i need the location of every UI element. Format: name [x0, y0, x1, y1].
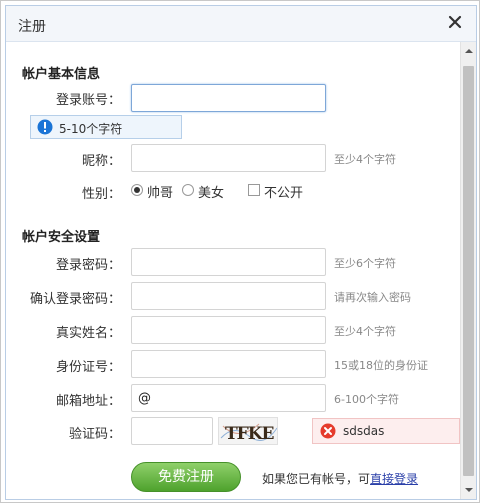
confirm-password-input[interactable] [131, 282, 326, 310]
nickname-label: 昵称： [81, 154, 121, 169]
hide-gender-label: 不公开 [264, 186, 304, 201]
error-icon [320, 423, 336, 439]
nickname-input[interactable] [131, 144, 326, 172]
login-hint-text: 如果您已有帐号，可 [262, 472, 371, 486]
realname-hint: 至少4个字符 [334, 325, 396, 338]
login-hint: 如果您已有帐号，可直接登录 [262, 470, 418, 487]
captcha-input[interactable] [131, 417, 213, 445]
email-hint: 6-100个字符 [334, 393, 399, 406]
password-input[interactable] [131, 248, 326, 276]
captcha-label: 验证码： [68, 427, 121, 442]
realname-input[interactable] [131, 316, 326, 344]
gender-label: 性别： [81, 187, 121, 202]
account-tip: 5-10个字符 [30, 115, 182, 139]
account-input[interactable] [131, 84, 326, 112]
section-title-basic: 帐户基本信息 [22, 67, 101, 82]
radio-male[interactable] [131, 184, 143, 196]
password-label: 登录密码： [55, 258, 121, 273]
confirm-password-hint: 请再次输入密码 [334, 291, 411, 304]
scroll-up-icon[interactable] [461, 42, 477, 60]
register-button[interactable]: 免费注册 [131, 462, 241, 492]
info-icon [37, 119, 53, 135]
captcha-error-text: sdsdas [343, 424, 385, 438]
gender-option-male-label: 帅哥 [147, 186, 174, 201]
scrollbar-thumb[interactable] [463, 66, 474, 476]
captcha-text: TFKE [225, 424, 274, 444]
email-input[interactable] [131, 384, 326, 412]
scroll-down-icon[interactable] [461, 481, 477, 499]
register-dialog: 注册 帐户基本信息 登录账号： 5-10个字符 昵称： 至少4个字符 性别： 帅… [0, 0, 480, 503]
idcard-hint: 15或18位的身份证 [334, 359, 428, 372]
direct-login-link[interactable]: 直接登录 [370, 472, 418, 486]
password-hint: 至少6个字符 [334, 257, 396, 270]
hide-gender-checkbox[interactable] [248, 184, 260, 196]
gender-option-female-label: 美女 [198, 186, 225, 201]
section-title-security: 帐户安全设置 [22, 230, 101, 245]
close-icon[interactable] [446, 13, 464, 31]
captcha-image[interactable]: TFKE [218, 417, 278, 445]
dialog-frame: 注册 帐户基本信息 登录账号： 5-10个字符 昵称： 至少4个字符 性别： 帅… [5, 5, 477, 500]
nickname-hint: 至少4个字符 [334, 153, 396, 166]
captcha-error: sdsdas [312, 418, 460, 444]
account-label: 登录账号： [55, 93, 121, 108]
email-label: 邮箱地址： [55, 394, 121, 409]
dialog-titlebar: 注册 [6, 6, 476, 42]
realname-label: 真实姓名： [55, 326, 121, 341]
confirm-password-label: 确认登录密码： [29, 292, 121, 307]
vertical-scrollbar[interactable] [460, 42, 476, 499]
account-tip-text: 5-10个字符 [59, 122, 123, 136]
idcard-label: 身份证号： [55, 360, 121, 375]
idcard-input[interactable] [131, 350, 326, 378]
form-content: 帐户基本信息 登录账号： 5-10个字符 昵称： 至少4个字符 性别： 帅哥 美… [6, 43, 460, 499]
radio-female[interactable] [182, 184, 194, 196]
dialog-title: 注册 [18, 19, 46, 35]
